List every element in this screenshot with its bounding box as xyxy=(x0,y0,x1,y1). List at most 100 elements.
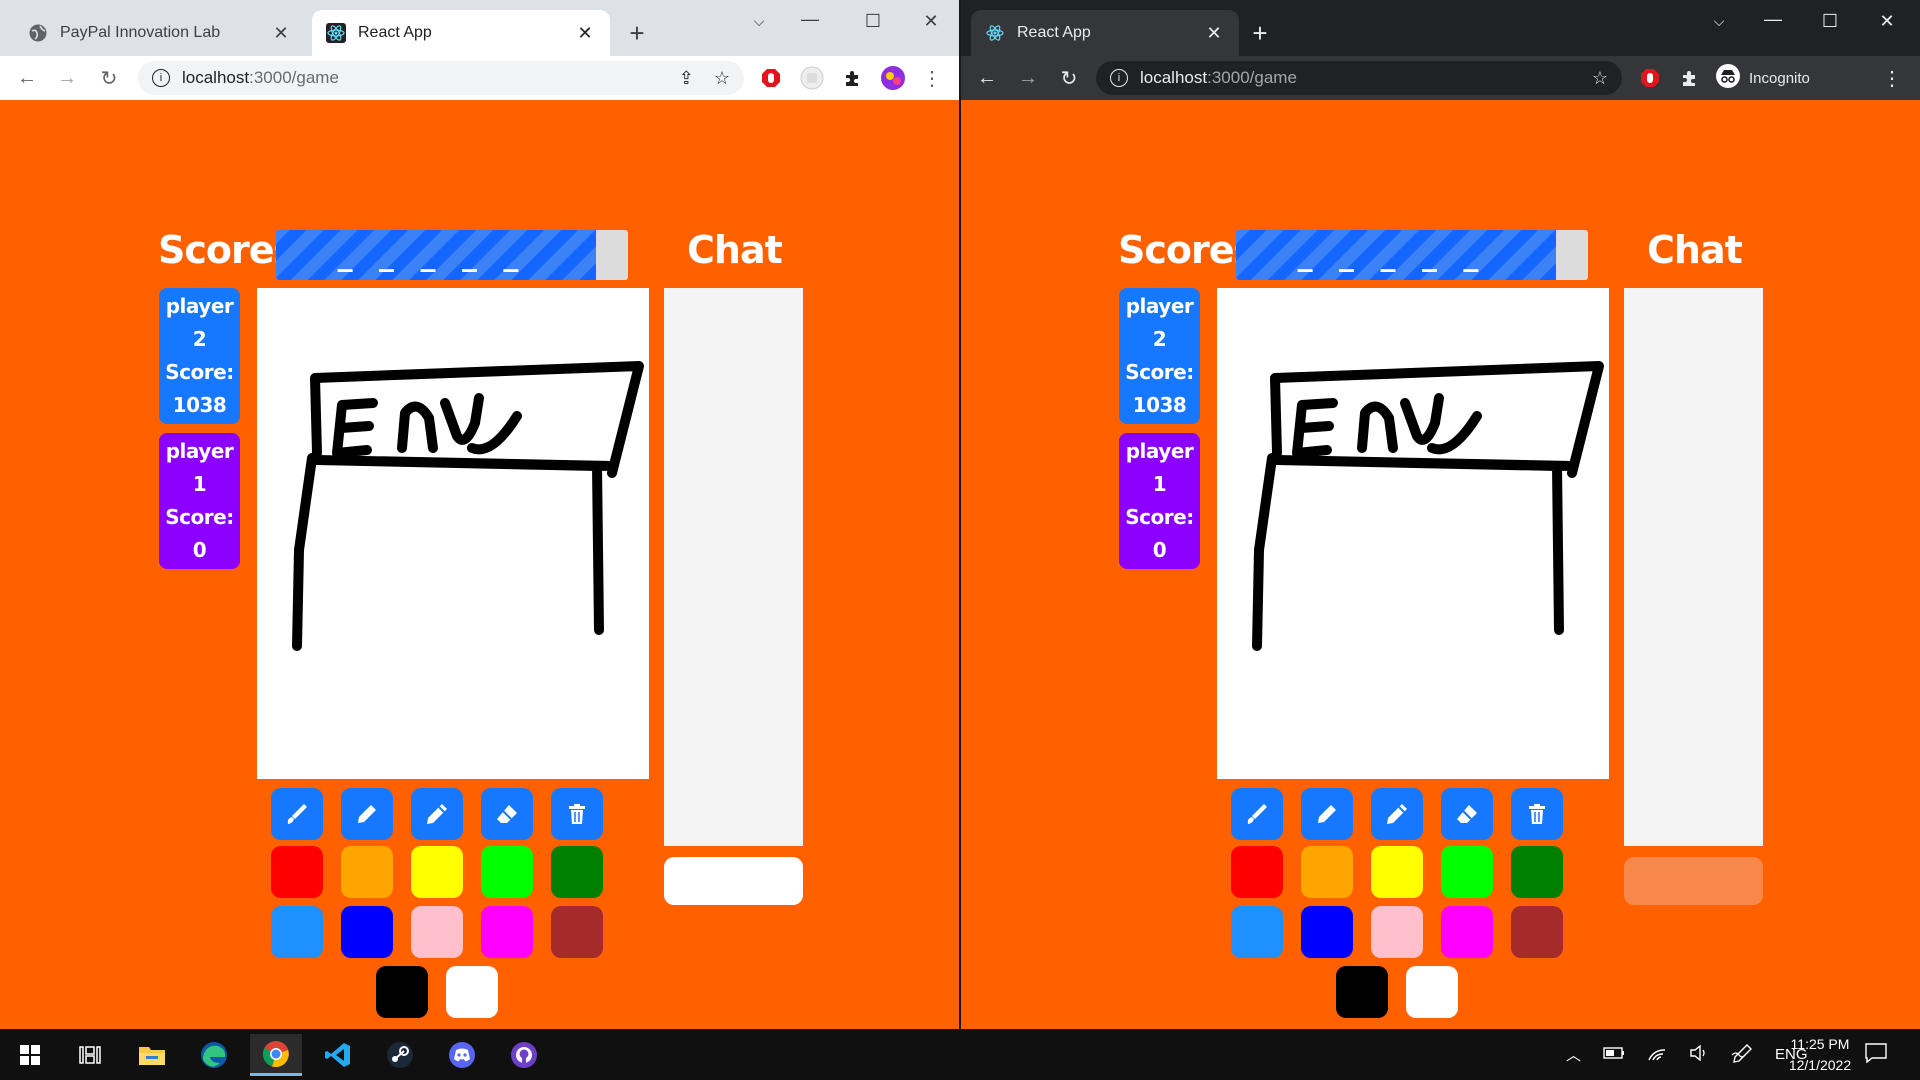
color-pink[interactable] xyxy=(1371,906,1423,958)
vscode-icon[interactable] xyxy=(312,1034,364,1076)
chat-messages-panel[interactable] xyxy=(1624,288,1763,846)
new-tab-button[interactable]: + xyxy=(620,16,654,50)
drawing-canvas[interactable] xyxy=(1217,288,1609,779)
score-label: Score: xyxy=(1125,505,1194,529)
tray-overflow-chevron-icon[interactable]: ︿ xyxy=(1566,1044,1581,1065)
color-light-blue[interactable] xyxy=(271,906,323,958)
maximize-button[interactable]: ☐ xyxy=(1802,4,1858,38)
forward-button[interactable]: → xyxy=(52,63,82,93)
chat-messages-panel[interactable] xyxy=(664,288,803,846)
windows-start-icon[interactable] xyxy=(4,1034,56,1076)
color-black[interactable] xyxy=(376,966,428,1018)
battery-icon[interactable] xyxy=(1603,1046,1625,1064)
tab-paypal-innovation-lab[interactable]: PayPal Innovation Lab ✕ xyxy=(14,10,306,56)
back-button[interactable]: ← xyxy=(12,63,42,93)
eraser-icon[interactable] xyxy=(481,788,533,840)
score-label: Score: xyxy=(165,360,234,384)
notification-center-icon[interactable] xyxy=(1864,1041,1890,1067)
eraser-icon[interactable] xyxy=(1441,788,1493,840)
player-label: player xyxy=(1125,439,1194,463)
color-blue[interactable] xyxy=(1301,906,1353,958)
brush-icon[interactable] xyxy=(271,788,323,840)
color-lime[interactable] xyxy=(1441,846,1493,898)
color-pink[interactable] xyxy=(411,906,463,958)
color-yellow[interactable] xyxy=(1371,846,1423,898)
close-tab-icon[interactable]: ✕ xyxy=(1203,22,1225,44)
address-bar[interactable]: i localhost:3000/game ☆ xyxy=(1096,61,1622,95)
steam-icon[interactable] xyxy=(374,1034,426,1076)
extensions-puzzle-icon[interactable] xyxy=(1675,63,1705,93)
back-button[interactable]: ← xyxy=(972,63,1002,93)
extension-gray-icon[interactable] xyxy=(797,63,827,93)
color-black[interactable] xyxy=(1336,966,1388,1018)
tab-react-app[interactable]: React App ✕ xyxy=(312,10,610,56)
bookmark-star-icon[interactable]: ☆ xyxy=(1592,68,1608,89)
drawing-canvas[interactable] xyxy=(257,288,649,779)
color-lime[interactable] xyxy=(481,846,533,898)
avatar[interactable] xyxy=(878,63,908,93)
discord-icon[interactable] xyxy=(436,1034,488,1076)
taskbar-clock[interactable]: 11:25 PM 12/1/2022 xyxy=(1780,1034,1860,1076)
wifi-icon[interactable] xyxy=(1647,1045,1667,1065)
color-red[interactable] xyxy=(271,846,323,898)
forward-button[interactable]: → xyxy=(1013,63,1043,93)
color-magenta[interactable] xyxy=(1441,906,1493,958)
color-magenta[interactable] xyxy=(481,906,533,958)
minimize-button[interactable]: — xyxy=(1745,2,1801,36)
tab-search-icon[interactable]: ⌵ xyxy=(1691,4,1747,38)
color-white[interactable] xyxy=(446,966,498,1018)
extension-adblock-icon[interactable] xyxy=(756,63,786,93)
extension-adblock-icon[interactable] xyxy=(1635,63,1665,93)
pen-input-icon[interactable] xyxy=(1731,1043,1753,1067)
color-red[interactable] xyxy=(1231,846,1283,898)
incognito-indicator[interactable]: Incognito xyxy=(1715,62,1810,94)
pen-icon[interactable] xyxy=(341,788,393,840)
address-bar[interactable]: i localhost:3000/game ⇪ ☆ xyxy=(138,61,744,95)
chrome-icon[interactable] xyxy=(250,1034,302,1076)
color-yellow[interactable] xyxy=(411,846,463,898)
brush-icon[interactable] xyxy=(1231,788,1283,840)
site-info-icon[interactable]: i xyxy=(1110,69,1128,87)
color-orange[interactable] xyxy=(1301,846,1353,898)
reload-button[interactable]: ↻ xyxy=(94,63,124,93)
timer-bar: _ _ _ _ _ xyxy=(1236,230,1588,280)
site-info-icon[interactable]: i xyxy=(152,69,170,87)
color-brown[interactable] xyxy=(1511,906,1563,958)
pen-icon[interactable] xyxy=(1301,788,1353,840)
browser-menu-icon[interactable]: ⋮ xyxy=(917,63,947,93)
close-tab-icon[interactable]: ✕ xyxy=(574,22,596,44)
pencil-icon[interactable] xyxy=(1371,788,1423,840)
color-light-blue[interactable] xyxy=(1231,906,1283,958)
browser-menu-icon[interactable]: ⋮ xyxy=(1877,63,1907,93)
color-green[interactable] xyxy=(1511,846,1563,898)
chat-input[interactable] xyxy=(1624,857,1763,905)
task-view-icon[interactable] xyxy=(64,1034,116,1076)
volume-icon[interactable] xyxy=(1689,1044,1709,1065)
github-icon[interactable] xyxy=(498,1034,550,1076)
tab-search-icon[interactable]: ⌵ xyxy=(731,4,787,38)
chat-input[interactable] xyxy=(664,857,803,905)
color-orange[interactable] xyxy=(341,846,393,898)
color-brown[interactable] xyxy=(551,906,603,958)
new-tab-button[interactable]: + xyxy=(1243,16,1277,50)
tab-react-app[interactable]: React App ✕ xyxy=(971,10,1239,56)
maximize-button[interactable]: ☐ xyxy=(845,4,901,38)
edge-icon[interactable] xyxy=(188,1034,240,1076)
player-score: 1038 xyxy=(1132,393,1187,417)
trash-icon[interactable] xyxy=(551,788,603,840)
reload-button[interactable]: ↻ xyxy=(1054,63,1084,93)
color-white[interactable] xyxy=(1406,966,1458,1018)
player-label: player xyxy=(165,294,234,318)
color-blue[interactable] xyxy=(341,906,393,958)
file-explorer-icon[interactable] xyxy=(126,1034,178,1076)
trash-icon[interactable] xyxy=(1511,788,1563,840)
close-window-button[interactable]: ✕ xyxy=(903,4,959,38)
extensions-puzzle-icon[interactable] xyxy=(838,63,868,93)
color-green[interactable] xyxy=(551,846,603,898)
bookmark-star-icon[interactable]: ☆ xyxy=(714,68,730,89)
close-window-button[interactable]: ✕ xyxy=(1859,4,1915,38)
minimize-button[interactable]: — xyxy=(782,2,838,36)
share-icon[interactable]: ⇪ xyxy=(679,68,694,89)
pencil-icon[interactable] xyxy=(411,788,463,840)
close-tab-icon[interactable]: ✕ xyxy=(270,22,292,44)
